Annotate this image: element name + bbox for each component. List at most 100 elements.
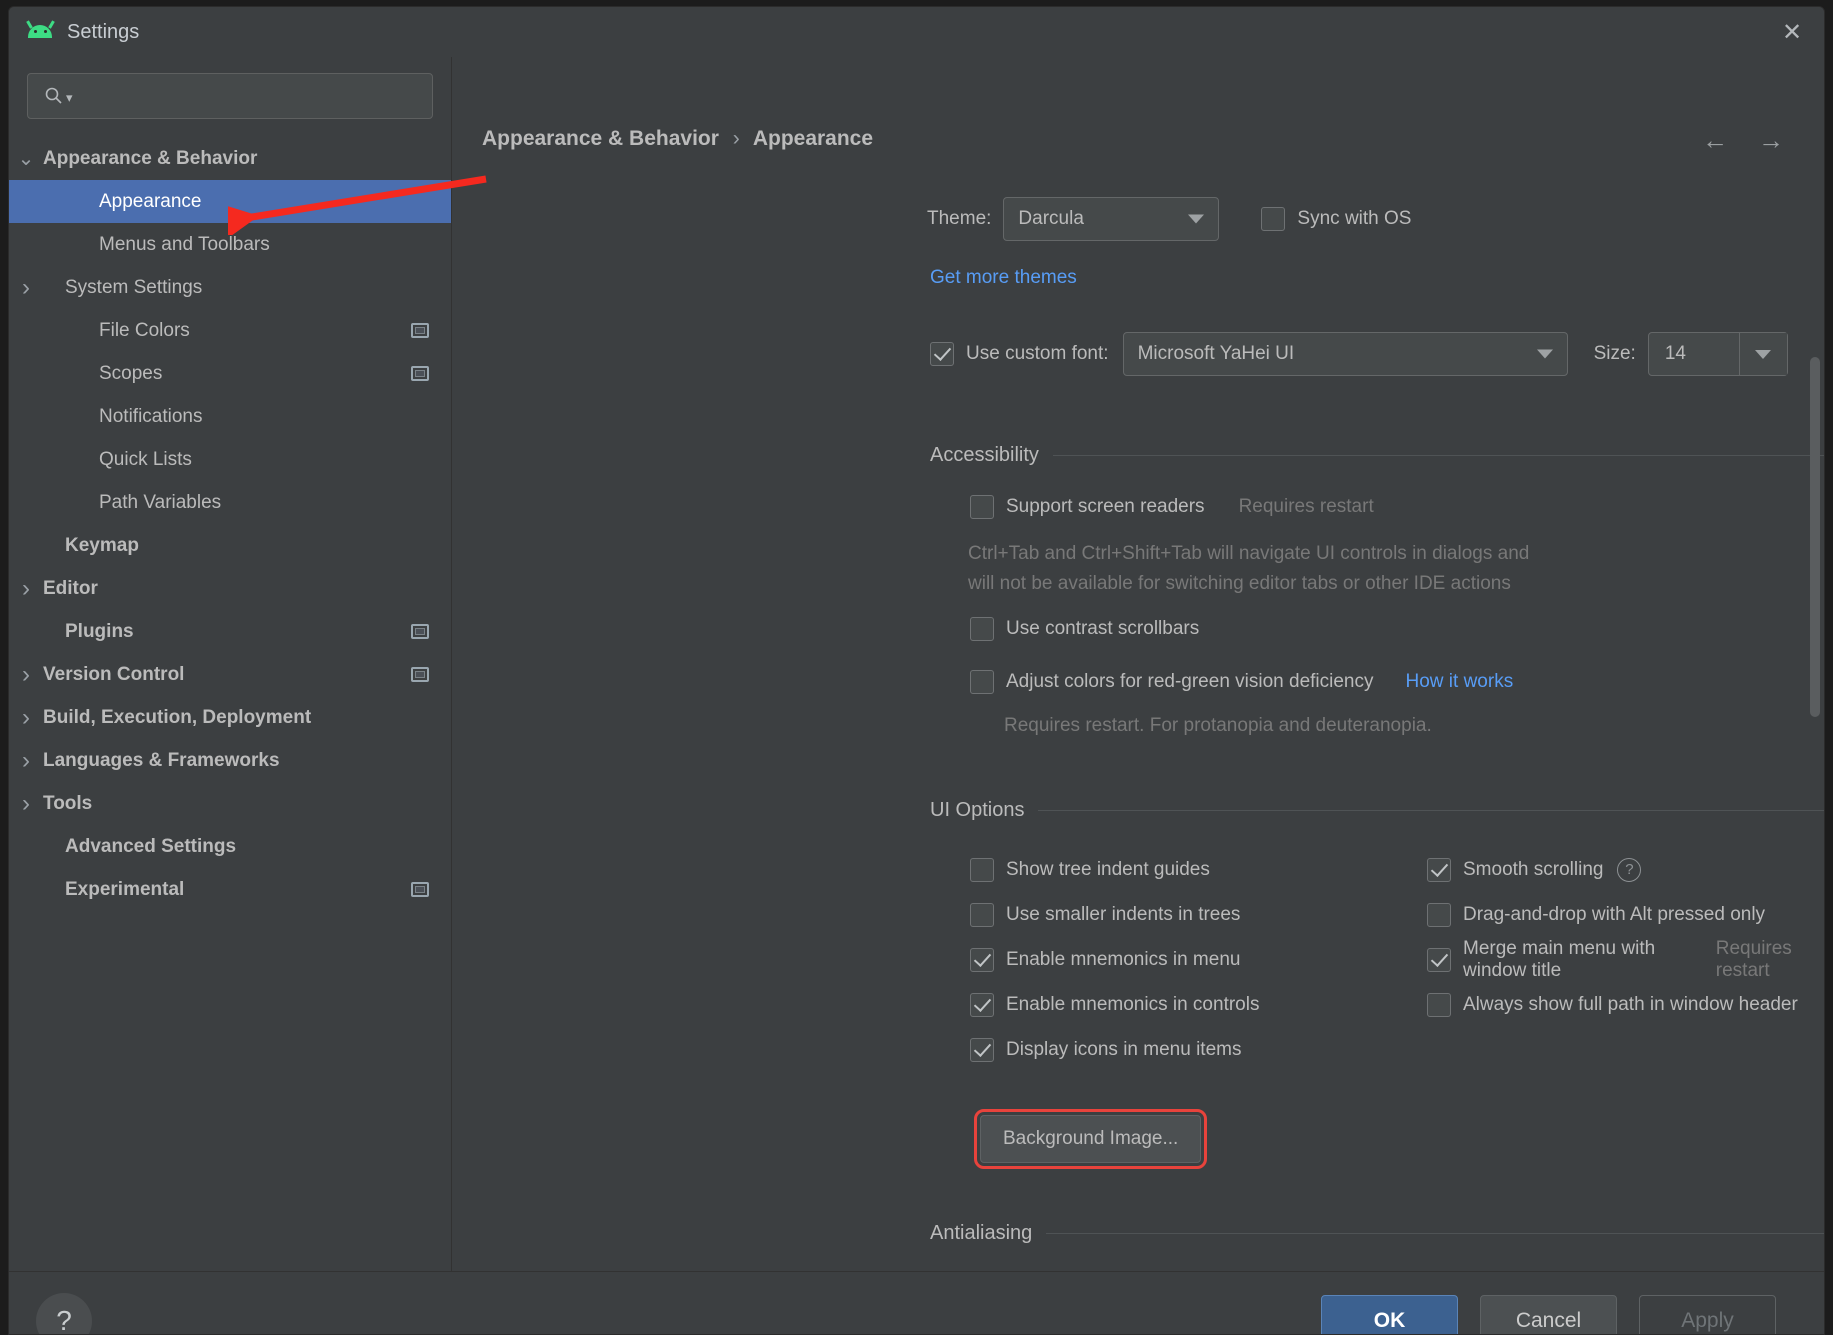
sync-with-os-row[interactable]: Sync with OS <box>1261 207 1411 231</box>
sidebar-item-label: Notifications <box>99 405 203 427</box>
red-green-row: Adjust colors for red-green vision defic… <box>970 670 1513 694</box>
footer-buttons: OK Cancel Apply <box>1321 1294 1776 1334</box>
apply-button: Apply <box>1639 1294 1776 1334</box>
custom-font-row: Use custom font: Microsoft YaHei UI Size… <box>930 332 1788 376</box>
sidebar-item-path-variables[interactable]: Path Variables <box>9 481 451 524</box>
chevron-right-icon[interactable]: › <box>9 747 43 775</box>
sidebar-item-tools[interactable]: › Tools <box>9 782 451 825</box>
sidebar-item-plugins[interactable]: Plugins <box>9 610 451 653</box>
antialiasing-title: Antialiasing <box>930 1222 1033 1244</box>
ui-option-row: Drag-and-drop with Alt pressed only <box>1427 892 1824 937</box>
use-custom-font-checkbox[interactable] <box>930 342 954 366</box>
sidebar-item-scopes[interactable]: Scopes <box>9 352 451 395</box>
sidebar-item-version-control[interactable]: › Version Control <box>9 653 451 696</box>
ui-option-row: Enable mnemonics in menu <box>970 937 1259 982</box>
project-scope-icon <box>411 667 429 682</box>
antialiasing-section-header: Antialiasing <box>930 1222 1824 1245</box>
sidebar-item-label: Languages & Frameworks <box>43 749 280 771</box>
theme-row: Theme: Darcula Sync with OS <box>927 197 1411 241</box>
project-scope-icon <box>411 624 429 639</box>
ui-option-row: Enable mnemonics in controls <box>970 982 1259 1027</box>
section-divider <box>1046 1233 1824 1234</box>
sidebar-item-advanced-settings[interactable]: Advanced Settings <box>9 825 451 868</box>
sidebar-item-label: Menus and Toolbars <box>99 233 270 255</box>
sidebar-item-notifications[interactable]: Notifications <box>9 395 451 438</box>
sidebar-item-experimental[interactable]: Experimental <box>9 868 451 911</box>
how-it-works-link[interactable]: How it works <box>1406 671 1514 693</box>
sidebar-item-languages-frameworks[interactable]: › Languages & Frameworks <box>9 739 451 782</box>
search-container: ▾ <box>9 57 451 131</box>
sidebar-item-quick-lists[interactable]: Quick Lists <box>9 438 451 481</box>
content-scrollbar[interactable] <box>1810 113 1822 1271</box>
window-title: Settings <box>67 20 140 43</box>
font-family-select[interactable]: Microsoft YaHei UI <box>1122 332 1568 376</box>
settings-tree: ⌄ Appearance & Behavior Appearance Menus an… <box>9 131 451 911</box>
help-icon[interactable]: ? <box>36 1292 92 1334</box>
sidebar-item-label: File Colors <box>99 319 190 341</box>
sidebar-item-label: System Settings <box>65 276 203 298</box>
get-more-themes-link[interactable]: Get more themes <box>930 267 1077 289</box>
breadcrumb-separator: › <box>732 127 740 150</box>
sidebar-item-editor[interactable]: › Editor <box>9 567 451 610</box>
sidebar-item-file-colors[interactable]: File Colors <box>9 309 451 352</box>
font-size-value: 14 <box>1664 343 1686 364</box>
chevron-right-icon[interactable]: › <box>9 274 43 302</box>
help-tooltip-icon[interactable]: ? <box>1617 857 1642 882</box>
search-input[interactable]: ▾ <box>27 73 433 119</box>
theme-value: Darcula <box>1018 208 1084 229</box>
ui-option-label: Drag-and-drop with Alt pressed only <box>1463 903 1766 925</box>
ui-option-row: Display icons in menu items <box>970 1027 1259 1072</box>
search-dropdown-caret[interactable]: ▾ <box>66 90 73 106</box>
screen-readers-description-line1: Ctrl+Tab and Ctrl+Shift+Tab will navigat… <box>968 543 1530 564</box>
sync-with-os-checkbox[interactable] <box>1261 207 1286 231</box>
ui-option-label: Display icons in menu items <box>1006 1038 1242 1060</box>
cancel-button[interactable]: Cancel <box>1480 1294 1617 1334</box>
breadcrumb-root[interactable]: Appearance & Behavior <box>482 127 719 150</box>
chevron-right-icon[interactable]: › <box>9 575 43 603</box>
ui-option-checkbox[interactable] <box>1427 902 1451 927</box>
ok-button[interactable]: OK <box>1321 1294 1458 1334</box>
ui-option-checkbox[interactable] <box>970 992 994 1017</box>
ui-option-row: Use smaller indents in trees <box>970 892 1259 937</box>
ui-option-checkbox[interactable] <box>1427 947 1451 972</box>
font-family-value: Microsoft YaHei UI <box>1137 343 1295 364</box>
ui-option-checkbox[interactable] <box>970 1037 994 1062</box>
chevron-right-icon[interactable]: › <box>9 790 43 818</box>
red-green-checkbox[interactable] <box>970 670 994 694</box>
chevron-down-icon[interactable]: ⌄ <box>9 146 43 171</box>
sidebar-item-label: Experimental <box>65 878 185 900</box>
theme-select[interactable]: Darcula <box>1003 197 1220 241</box>
section-divider <box>1052 455 1824 456</box>
sidebar-item-label: Appearance & Behavior <box>43 147 258 169</box>
sidebar-item-keymap[interactable]: Keymap <box>9 524 451 567</box>
sidebar-item-label: Advanced Settings <box>65 835 237 857</box>
ui-option-label: Smooth scrolling <box>1463 858 1604 880</box>
section-divider <box>1038 810 1824 811</box>
back-arrow-icon[interactable]: ← <box>1702 125 1728 156</box>
title-bar: Settings ✕ <box>9 7 1824 57</box>
chevron-down-icon <box>1536 349 1553 359</box>
close-icon[interactable]: ✕ <box>1760 7 1824 57</box>
font-size-dropdown-button[interactable] <box>1738 333 1787 375</box>
sidebar-item-system-settings[interactable]: › System Settings <box>9 266 451 309</box>
background-image-button[interactable]: Background Image... <box>973 1109 1208 1169</box>
chevron-right-icon[interactable]: › <box>9 661 43 689</box>
sidebar-item-label: Quick Lists <box>99 448 192 470</box>
support-screen-readers-checkbox[interactable] <box>970 495 994 519</box>
ui-option-checkbox[interactable] <box>1427 857 1451 882</box>
contrast-scrollbars-checkbox[interactable] <box>970 617 994 641</box>
ui-option-checkbox[interactable] <box>970 902 994 927</box>
ui-option-checkbox[interactable] <box>970 857 994 882</box>
sidebar-item-label: Editor <box>43 577 98 599</box>
chevron-right-icon[interactable]: › <box>9 704 43 732</box>
sync-with-os-label: Sync with OS <box>1297 208 1412 229</box>
ui-option-checkbox[interactable] <box>970 947 994 972</box>
forward-arrow-icon[interactable]: → <box>1758 125 1784 156</box>
ui-option-checkbox[interactable] <box>1427 992 1451 1017</box>
use-custom-font-label: Use custom font: <box>966 343 1109 364</box>
font-size-select[interactable]: 14 <box>1647 332 1788 376</box>
sidebar-item-appearance-behavior[interactable]: ⌄ Appearance & Behavior <box>9 137 451 180</box>
ui-options-right-column: Smooth scrolling? Drag-and-drop with Alt … <box>1427 847 1824 1027</box>
sidebar-item-build-execution-deployment[interactable]: › Build, Execution, Deployment <box>9 696 451 739</box>
accessibility-section-header: Accessibility <box>930 444 1824 467</box>
